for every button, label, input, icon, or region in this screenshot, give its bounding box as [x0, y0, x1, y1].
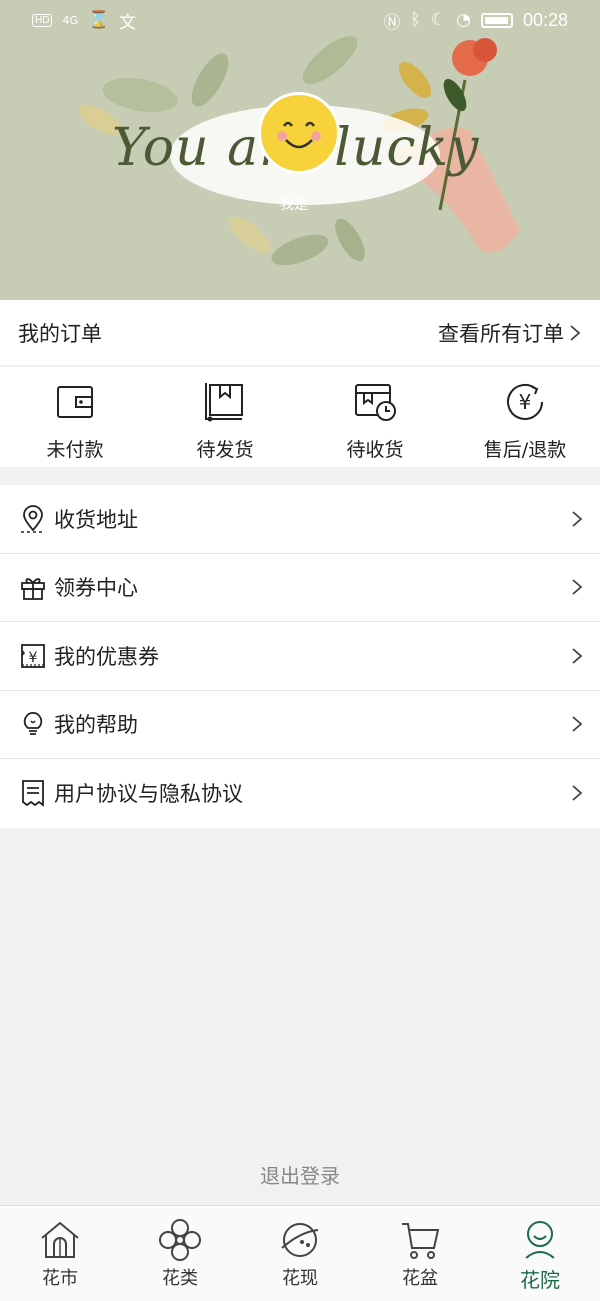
tab-flower-market[interactable]: 花市 — [0, 1206, 120, 1301]
lightbulb-icon — [23, 712, 43, 736]
menu-item-coupon-center[interactable]: 领券中心 — [0, 554, 600, 622]
orders-title: 我的订单 — [18, 321, 102, 346]
moon-icon: ☾ — [430, 10, 447, 30]
package-icon — [205, 383, 243, 422]
planet-icon — [281, 1223, 319, 1257]
hd-indicator: HD — [32, 13, 53, 27]
menu-item-label: 我的帮助 — [54, 713, 138, 738]
order-unpaid-label: 未付款 — [46, 439, 104, 461]
menu-item-label: 用户协议与隐私协议 — [54, 782, 243, 807]
tab-label: 花院 — [520, 1268, 560, 1292]
smiley-face-icon — [266, 100, 332, 166]
tab-flower-yard[interactable]: 花院 — [480, 1206, 600, 1301]
house-icon — [41, 1221, 79, 1258]
order-to-receive-button[interactable]: 待收货 — [300, 367, 450, 467]
bluetooth-icon: ᛒ — [410, 10, 421, 30]
battery-icon — [480, 12, 513, 28]
logout-button[interactable]: 退出登录 — [0, 1160, 600, 1189]
menu-item-label: 我的优惠券 — [54, 644, 159, 669]
bottom-tab-bar: 花市 花类 花现 花盆 花院 — [0, 1205, 600, 1301]
user-nickname[interactable]: 我是 — [280, 194, 308, 214]
avatar[interactable] — [258, 92, 340, 174]
order-unpaid-button[interactable]: 未付款 — [0, 367, 150, 467]
document-icon — [22, 780, 44, 808]
speed-icon: ◔ — [456, 10, 471, 30]
tab-label: 花类 — [162, 1268, 198, 1289]
svg-text:¥: ¥ — [519, 390, 532, 414]
tab-label: 花盆 — [402, 1268, 438, 1289]
menu-item-my-coupons[interactable]: ¥ 我的优惠券 — [0, 622, 600, 691]
nfc-icon: Ⓝ — [383, 12, 401, 33]
translate-icon: 文 — [119, 12, 137, 33]
status-bar: HD 4G ⌛ 文 Ⓝ ᛒ ☾ ◔ 00:28 — [0, 0, 600, 40]
flower-icon — [159, 1219, 201, 1261]
tab-flower-category[interactable]: 花类 — [120, 1206, 240, 1301]
order-to-ship-button[interactable]: 待发货 — [150, 367, 300, 467]
order-to-ship-label: 待发货 — [196, 439, 254, 461]
order-refund-label: 售后/退款 — [483, 439, 567, 461]
menu-item-shipping-address[interactable]: 收货地址 — [0, 485, 600, 554]
orders-header: 我的订单 查看所有订单 — [0, 300, 600, 366]
tab-label: 花市 — [42, 1268, 78, 1289]
coupon-icon: ¥ — [21, 643, 45, 668]
gift-icon — [21, 578, 45, 601]
menu-item-user-agreement[interactable]: 用户协议与隐私协议 — [0, 759, 600, 828]
order-status-grid: 未付款 待发货 待收货 ¥ 售后/退款 — [0, 367, 600, 467]
order-refund-button[interactable]: ¥ 售后/退款 — [450, 367, 600, 467]
chevron-right-icon — [572, 716, 583, 732]
chevron-right-icon — [572, 579, 583, 595]
refund-icon: ¥ — [507, 384, 543, 420]
chevron-right-icon — [572, 511, 583, 527]
chevron-right-icon — [570, 324, 581, 341]
hourglass-icon: ⌛ — [87, 10, 110, 30]
tab-label: 花现 — [282, 1268, 318, 1289]
cart-icon — [402, 1223, 440, 1259]
chevron-right-icon — [572, 648, 583, 664]
tab-flower-pot[interactable]: 花盆 — [360, 1206, 480, 1301]
svg-text:¥: ¥ — [29, 650, 38, 666]
menu-item-label: 领券中心 — [54, 576, 138, 601]
menu-item-label: 收货地址 — [54, 507, 138, 532]
chevron-right-icon — [572, 785, 583, 801]
signal-icon: 4G — [62, 13, 78, 27]
menu-item-my-help[interactable]: 我的帮助 — [0, 691, 600, 759]
person-icon — [525, 1221, 555, 1259]
settings-menu: 收货地址 领券中心 ¥ 我的优惠券 我的帮助 用户协议与隐私协议 — [0, 485, 600, 828]
delivery-icon — [355, 384, 396, 421]
order-to-receive-label: 待收货 — [346, 439, 404, 461]
wallet-icon — [57, 386, 93, 418]
view-all-orders-label: 查看所有订单 — [438, 321, 564, 346]
location-pin-icon — [21, 504, 45, 533]
view-all-orders-link[interactable]: 查看所有订单 — [438, 318, 582, 348]
tab-flower-discover[interactable]: 花现 — [240, 1206, 360, 1301]
status-time: 00:28 — [522, 9, 568, 30]
profile-header: HD 4G ⌛ 文 Ⓝ ᛒ ☾ ◔ 00:28 You are lucky 我是 — [0, 0, 600, 300]
